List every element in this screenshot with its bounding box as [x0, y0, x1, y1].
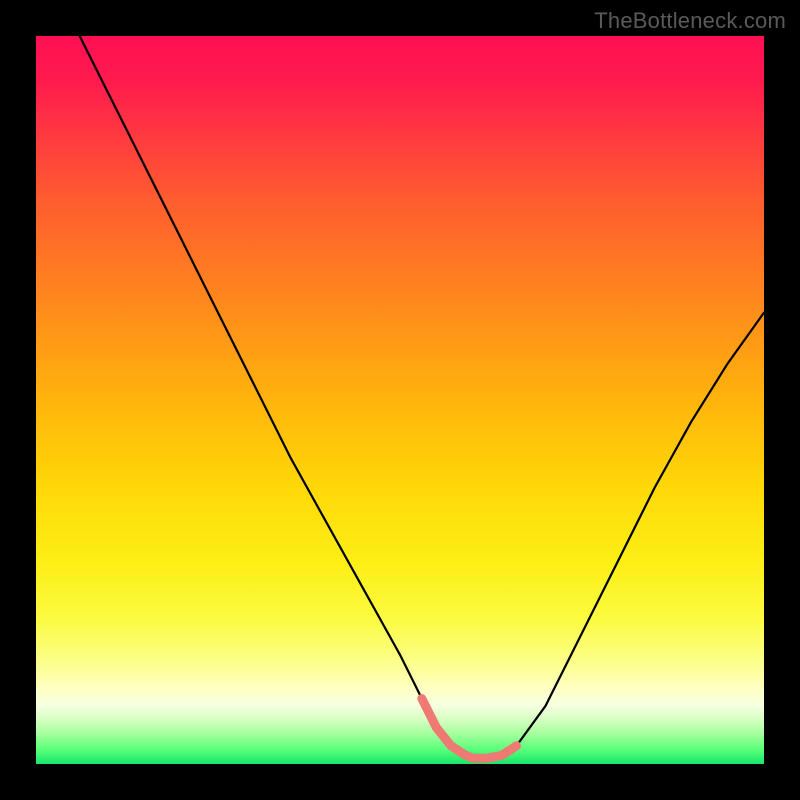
plot-area	[36, 36, 764, 764]
bottleneck-curve	[80, 36, 764, 758]
highlight-segment	[422, 699, 517, 759]
curve-layer	[36, 36, 764, 764]
chart-frame: TheBottleneck.com	[0, 0, 800, 800]
watermark-text: TheBottleneck.com	[594, 8, 786, 34]
